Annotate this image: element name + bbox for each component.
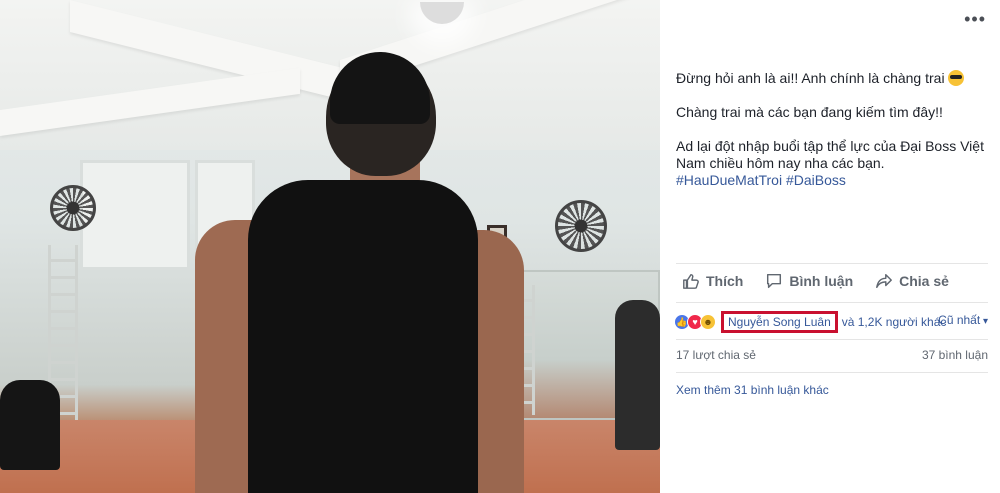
post-stats: 17 lượt chia sẻ 37 bình luận <box>676 348 988 362</box>
haha-reaction-icon: ☻ <box>700 314 716 330</box>
post-actions: Thích Bình luận Chia sẻ <box>682 272 949 290</box>
like-button[interactable]: Thích <box>682 272 743 290</box>
background-person <box>615 300 660 450</box>
more-options-icon[interactable]: ••• <box>964 10 986 28</box>
comment-icon <box>767 273 782 289</box>
comment-button[interactable]: Bình luận <box>765 272 853 290</box>
thumbs-up-icon <box>683 273 699 289</box>
caption-line-2: Chàng trai mà các bạn đang kiếm tìm đây!… <box>676 104 943 120</box>
reactions-summary[interactable]: 👍 ♥ ☻ Nguyễn Song Luân và 1,2K người khá… <box>674 311 946 333</box>
divider <box>676 372 988 373</box>
caption-line-3: Ad lại đột nhập buổi tập thể lực của Đại… <box>676 138 984 188</box>
fan-icon <box>555 200 607 252</box>
post-details-panel: ••• Đừng hỏi anh là ai!! Anh chính là ch… <box>660 0 1000 493</box>
share-button[interactable]: Chia sẻ <box>875 272 949 290</box>
other-reactors-link[interactable]: và 1,2K người khác <box>842 315 947 329</box>
divider <box>676 302 988 303</box>
sunglasses-emoji-icon <box>948 70 965 86</box>
comments-count-link[interactable]: 37 bình luận <box>922 348 988 362</box>
caption-line-1: Đừng hỏi anh là ai!! Anh chính là chàng … <box>676 70 988 87</box>
reactor-name-link[interactable]: Nguyễn Song Luân <box>721 311 838 333</box>
shares-count-link[interactable]: 17 lượt chia sẻ <box>676 348 756 362</box>
post-caption: Đừng hỏi anh là ai!! Anh chính là chàng … <box>676 70 988 189</box>
view-more-comments-link[interactable]: Xem thêm 31 bình luận khác <box>676 383 829 397</box>
share-arrow-icon <box>876 273 893 289</box>
post-photo[interactable] <box>0 0 660 493</box>
hashtags-link[interactable]: #HauDueMatTroi #DaiBoss <box>676 172 846 188</box>
divider <box>676 339 988 340</box>
man-torso <box>248 180 478 493</box>
background-person <box>0 380 60 470</box>
comment-sort-dropdown[interactable]: Cũ nhất <box>938 313 988 327</box>
fan-icon <box>50 185 96 231</box>
wall-window <box>80 160 190 270</box>
divider <box>676 263 988 264</box>
